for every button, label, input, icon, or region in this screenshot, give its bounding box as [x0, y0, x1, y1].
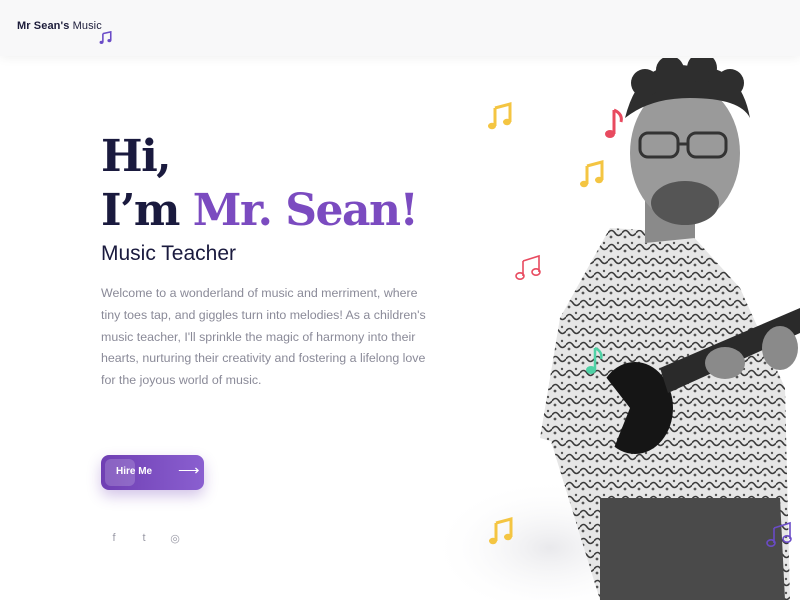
hero-name: Mr. Sean!	[192, 185, 419, 236]
site-header: Mr Sean's Music	[0, 0, 800, 56]
twitter-icon[interactable]: t	[137, 532, 151, 546]
yellow-music-note-icon	[489, 517, 513, 545]
teal-music-note-icon	[586, 346, 603, 374]
hero-greeting: Hi,	[101, 131, 172, 182]
arrow-right-icon: ⟶	[178, 462, 200, 479]
red-music-note-outline-icon	[515, 254, 541, 280]
hero-name-prefix: I’m	[101, 185, 193, 236]
yellow-music-note-icon	[580, 160, 604, 188]
hero-role: Music Teacher	[101, 242, 237, 265]
red-music-note-icon	[605, 108, 623, 138]
hero-name-line: I’m Mr. Sean!	[101, 184, 419, 238]
hero-heading: Hi, I’m Mr. Sean!	[101, 130, 419, 238]
yellow-music-note-icon	[488, 102, 512, 130]
music-note-logo-icon	[99, 31, 112, 44]
hero-intro-text: Welcome to a wonderland of music and mer…	[101, 286, 426, 388]
logo-bold-text: Mr Sean's	[17, 20, 70, 32]
hire-button-label: Hire Me	[116, 466, 153, 477]
instagram-icon[interactable]: ◎	[168, 532, 182, 546]
hire-me-button[interactable]: Hire Me ⟶	[101, 455, 204, 490]
facebook-icon[interactable]: f	[107, 532, 121, 546]
purple-music-note-outline-icon	[766, 521, 792, 547]
site-logo[interactable]: Mr Sean's Music	[17, 20, 102, 32]
